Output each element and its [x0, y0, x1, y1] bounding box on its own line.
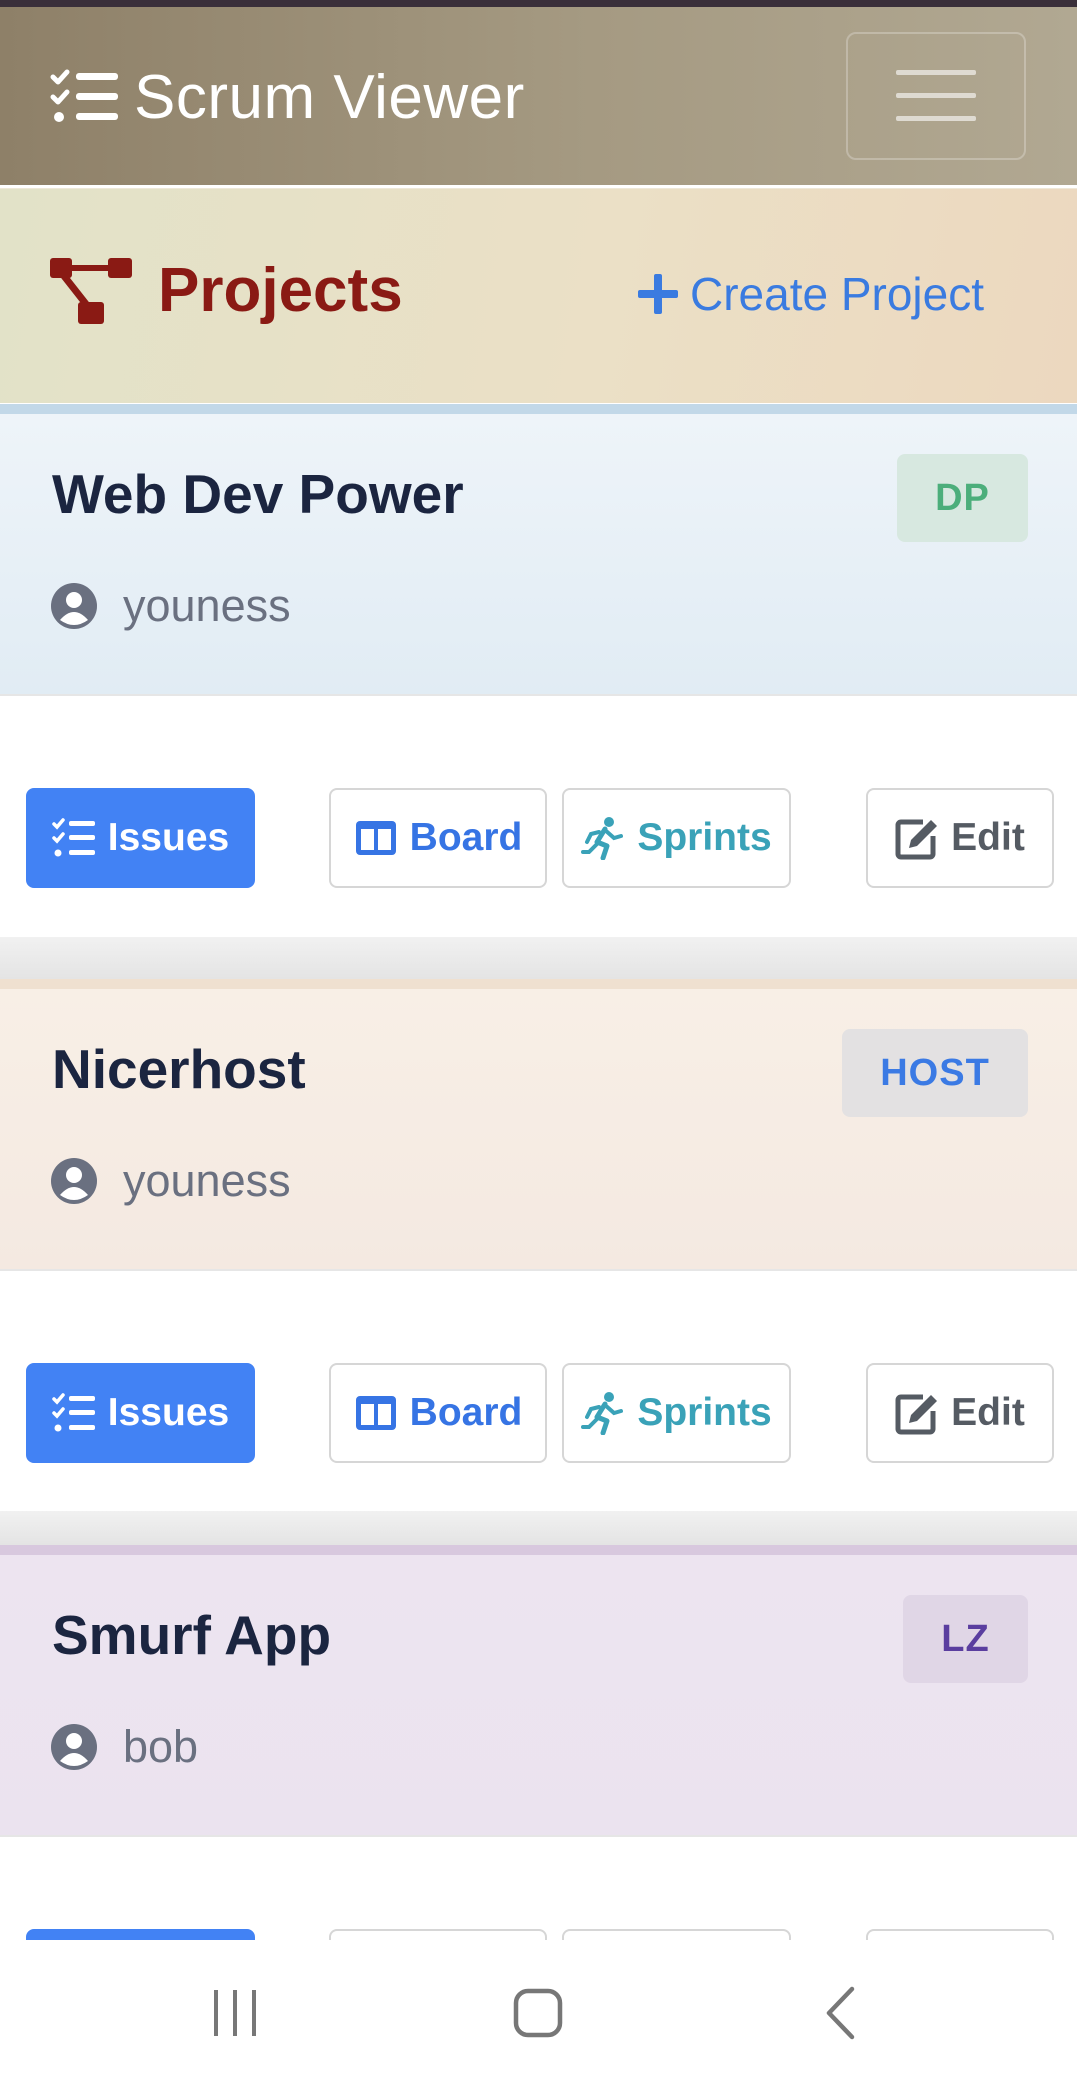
owner-name: bob: [123, 1721, 199, 1772]
edit-button[interactable]: Edit: [866, 1363, 1054, 1463]
project-name[interactable]: Smurf App: [52, 1603, 331, 1667]
project-card-header[interactable]: Web Dev Power DP youness: [0, 404, 1077, 694]
board-button[interactable]: Board: [329, 788, 547, 888]
user-circle-icon: [51, 583, 97, 629]
project-owner: youness: [50, 580, 291, 632]
brand[interactable]: Scrum Viewer: [50, 57, 525, 137]
navbar: Scrum Viewer: [0, 7, 1077, 185]
edit-icon: [895, 819, 938, 860]
issues-label: Issues: [107, 816, 230, 859]
project-key-badge: LZ: [903, 1595, 1028, 1683]
edit-label: Edit: [951, 1391, 1025, 1434]
project-card-header[interactable]: Nicerhost HOST youness: [0, 979, 1077, 1269]
system-navigation-bar: [0, 1940, 1077, 2085]
project-key-badge: HOST: [842, 1029, 1028, 1117]
status-bar-edge: [0, 0, 1077, 7]
card-separator: [0, 937, 1077, 979]
running-icon: [581, 1392, 624, 1435]
card-separator: [0, 1511, 1077, 1545]
board-label: Board: [409, 816, 523, 859]
sprints-button[interactable]: Sprints: [562, 1363, 791, 1463]
project-card-header[interactable]: Smurf App LZ bob: [0, 1545, 1077, 1835]
tasks-icon: [52, 1393, 95, 1432]
back-icon: [826, 1986, 855, 2040]
project-actions: Issues Board Sprints Edit: [0, 694, 1077, 928]
issues-button[interactable]: Issues: [26, 1363, 255, 1463]
edit-icon: [895, 1394, 938, 1435]
project-diagram-icon: [50, 257, 132, 324]
project-key-badge: DP: [897, 454, 1028, 542]
sprints-button[interactable]: Sprints: [562, 788, 791, 888]
project-owner: bob: [50, 1721, 198, 1773]
plus-icon: [638, 274, 678, 314]
recent-apps-button[interactable]: [200, 1978, 270, 2048]
project-name[interactable]: Nicerhost: [52, 1037, 306, 1101]
sprints-label: Sprints: [637, 816, 772, 859]
edit-button[interactable]: Edit: [866, 788, 1054, 888]
project-owner: youness: [50, 1155, 291, 1207]
board-label: Board: [409, 1391, 523, 1434]
running-icon: [581, 817, 624, 860]
board-button[interactable]: Board: [329, 1363, 547, 1463]
back-button[interactable]: [805, 1978, 875, 2048]
sprints-label: Sprints: [637, 1391, 772, 1434]
columns-icon: [355, 1396, 396, 1430]
recent-apps-icon: [214, 1990, 256, 2036]
project-name[interactable]: Web Dev Power: [52, 462, 464, 526]
project-card: Nicerhost HOST youness Issues Board Spri…: [0, 979, 1077, 1503]
project-card: Web Dev Power DP youness Issues Board Sp…: [0, 404, 1077, 928]
projects-header: Projects Create Project: [0, 188, 1077, 403]
owner-name: youness: [123, 580, 291, 631]
projects-title: Projects: [158, 256, 403, 325]
edit-label: Edit: [951, 816, 1025, 859]
home-icon: [513, 1988, 563, 2038]
project-actions: Issues Board Sprints Edit: [0, 1269, 1077, 1503]
page-title: Projects: [50, 255, 403, 326]
user-circle-icon: [51, 1158, 97, 1204]
hamburger-icon: [896, 70, 976, 121]
tasks-icon: [50, 69, 118, 122]
tasks-icon: [52, 818, 95, 857]
create-project-label: Create Project: [690, 268, 985, 320]
issues-label: Issues: [107, 1391, 230, 1434]
create-project-button[interactable]: Create Project: [636, 267, 984, 321]
app-title: Scrum Viewer: [134, 62, 525, 132]
user-circle-icon: [51, 1724, 97, 1770]
menu-toggle-button[interactable]: [846, 32, 1026, 160]
columns-icon: [355, 821, 396, 855]
home-button[interactable]: [500, 1978, 576, 2048]
owner-name: youness: [123, 1155, 291, 1206]
issues-button[interactable]: Issues: [26, 788, 255, 888]
